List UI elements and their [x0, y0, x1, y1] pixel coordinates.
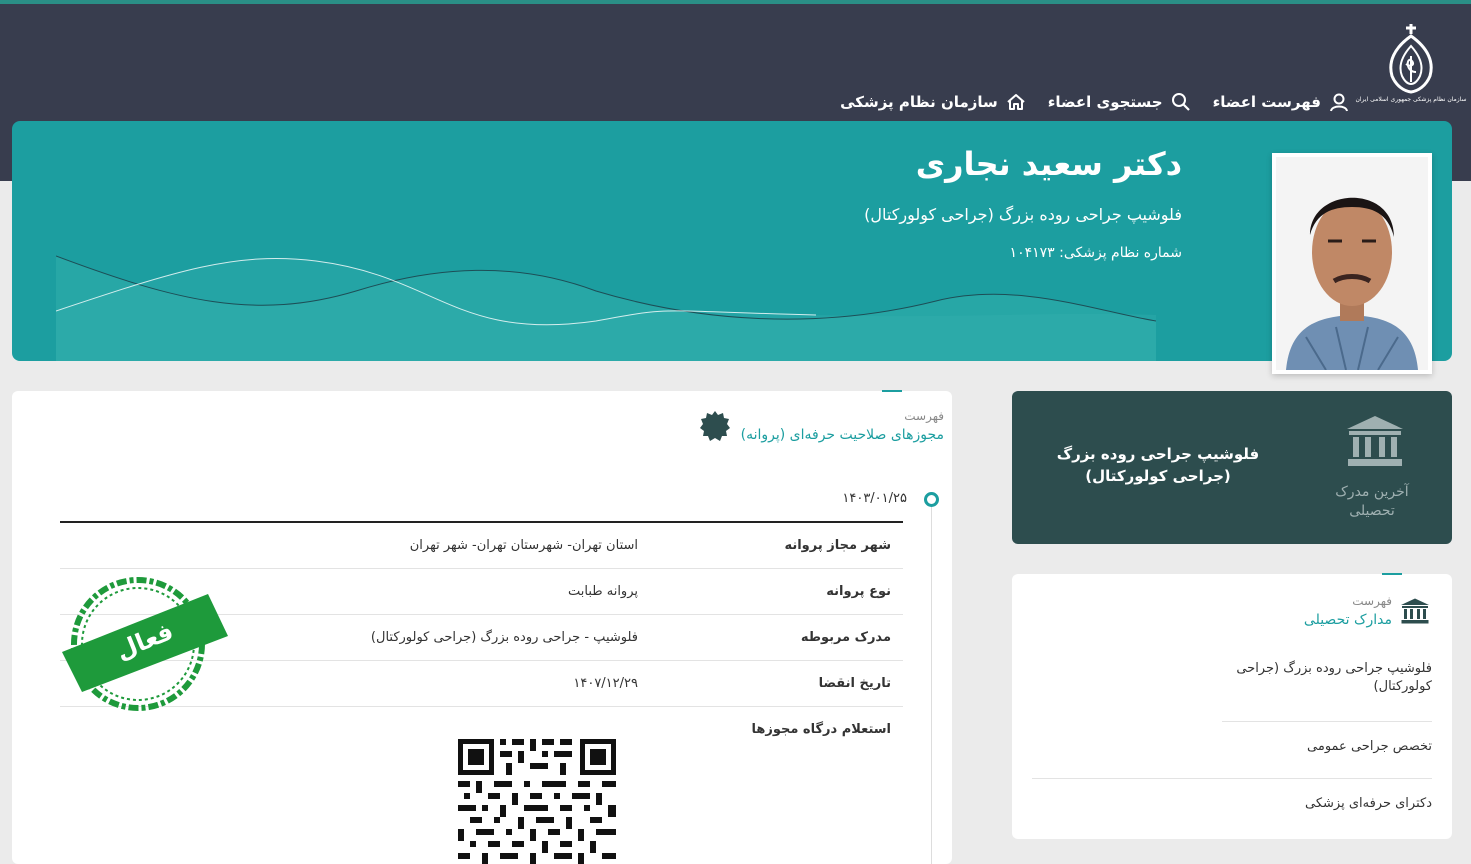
- education-head-title: مدارک تحصیلی: [1303, 612, 1392, 628]
- licenses-head-title: مجوزهای صلاحیت حرفه‌ای (پروانه): [740, 427, 944, 443]
- nav-item-members-list[interactable]: فهرست اعضاء: [1213, 92, 1349, 112]
- institution-icon: [1347, 416, 1403, 466]
- card-accent-line: [882, 390, 902, 392]
- education-card: فهرست مدارک تحصیلی فلوشیپ جراحی روده بزر…: [1012, 573, 1452, 839]
- user-icon: [1330, 93, 1348, 112]
- licenses-header: فهرست مجوزهای صلاحیت حرفه‌ای (پروانه): [699, 409, 944, 443]
- doctor-specialty: فلوشیپ جراحی روده بزرگ (جراحی کولورکتال): [864, 205, 1182, 224]
- license-date: ۱۴۰۳/۰۱/۲۵: [842, 491, 907, 506]
- licenses-head-small: فهرست: [904, 409, 944, 423]
- logo-caption: سازمان نظام پزشکی جمهوری اسلامی ایران: [1355, 96, 1467, 103]
- card-accent-line: [1382, 573, 1402, 575]
- education-header: فهرست مدارک تحصیلی: [1304, 594, 1430, 628]
- license-row-label: تاریخ انقضا: [818, 676, 891, 691]
- education-item: تخصص جراحی عمومی: [1032, 722, 1432, 779]
- education-list: فلوشیپ جراحی روده بزرگ (جراحی کولورکتال)…: [1032, 648, 1432, 825]
- nav-label-members-list: فهرست اعضاء: [1212, 93, 1321, 111]
- nav-item-search-members[interactable]: جستجوی اعضاء: [1048, 92, 1191, 112]
- nav-label-search-members: جستجوی اعضاء: [1047, 93, 1163, 111]
- badge-icon: [699, 411, 730, 441]
- main-nav: سازمان نظام پزشکی جستجوی اعضاء فهرست اعض…: [840, 88, 1349, 116]
- latest-degree-title: فلوشیپ جراحی روده بزرگ (جراحی کولورکتال): [1056, 445, 1260, 485]
- doctor-photo: [1272, 153, 1432, 374]
- license-row-value: استان تهران- شهرستان تهران- شهر تهران: [409, 538, 638, 553]
- license-row-label: نوع پروانه: [826, 584, 891, 599]
- license-row: شهر مجاز پروانه استان تهران- شهرستان تهر…: [60, 523, 903, 569]
- timeline-line: [931, 507, 932, 864]
- licenses-card: فهرست مجوزهای صلاحیت حرفه‌ای (پروانه) ۱۴…: [12, 390, 952, 864]
- license-row-value: فلوشیپ - جراحی روده بزرگ (جراحی کولورکتا…: [370, 630, 638, 645]
- medical-council-number: شماره نظام پزشکی: ۱۰۴۱۷۳: [1009, 245, 1182, 261]
- education-item: دکترای حرفه‌ای پزشکی: [1304, 796, 1432, 811]
- license-row-value: ۱۴۰۷/۱۲/۲۹: [573, 676, 638, 691]
- nav-label-medical-council: سازمان نظام پزشکی: [840, 93, 998, 111]
- institution-icon: [1401, 598, 1429, 624]
- latest-degree-caption: آخرین مدرک تحصیلی: [1335, 484, 1409, 519]
- active-status-stamp: فعال: [62, 577, 228, 711]
- medical-council-emblem-icon: [1389, 24, 1433, 94]
- search-icon: [1171, 93, 1190, 111]
- timeline-dot: [924, 492, 939, 507]
- latest-degree-card: آخرین مدرک تحصیلی فلوشیپ جراحی روده بزرگ…: [1012, 391, 1452, 544]
- license-row-value: پروانه طبابت: [567, 584, 638, 599]
- home-icon: [1007, 94, 1025, 110]
- profile-banner: دکتر سعید نجاری فلوشیپ جراحی روده بزرگ (…: [12, 121, 1452, 361]
- education-head-small: فهرست: [1352, 594, 1392, 608]
- license-row-label: شهر مجاز پروانه: [784, 538, 891, 553]
- doctor-name: دکتر سعید نجاری: [915, 145, 1182, 183]
- education-item: فلوشیپ جراحی روده بزرگ (جراحی کولورکتال): [1222, 648, 1432, 722]
- banner-wave-decoration: [56, 255, 1156, 361]
- nav-item-medical-council[interactable]: سازمان نظام پزشکی: [840, 92, 1026, 112]
- license-row-label: مدرک مربوطه: [800, 630, 891, 645]
- license-row-label: استعلام درگاه مجوزها: [751, 722, 891, 737]
- site-logo[interactable]: سازمان نظام پزشکی جمهوری اسلامی ایران: [1355, 22, 1467, 114]
- qr-code[interactable]: [458, 739, 616, 864]
